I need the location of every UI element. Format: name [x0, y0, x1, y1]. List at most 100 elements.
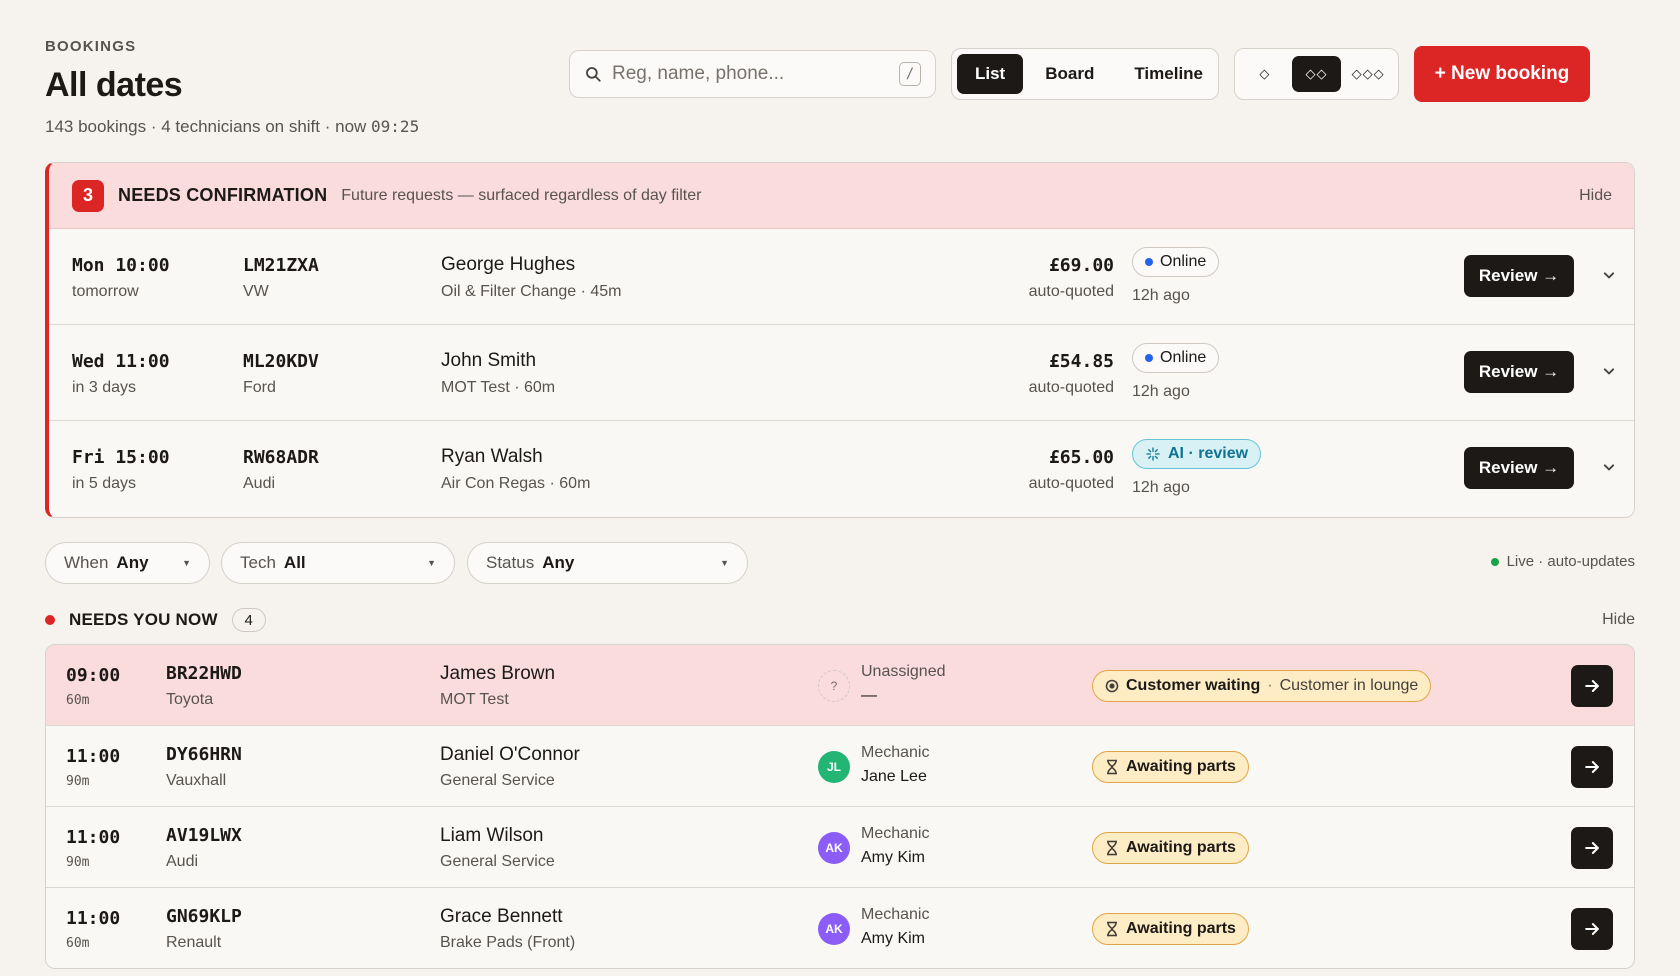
technician-role: Mechanic — [861, 825, 930, 842]
density-compact-button[interactable]: ◇ — [1240, 56, 1290, 92]
technician-role: Mechanic — [861, 906, 930, 923]
needs-you-now-hide-link[interactable]: Hide — [1602, 611, 1635, 629]
service-description: MOT Test · 60m — [441, 379, 556, 396]
alert-dot-icon — [45, 615, 55, 625]
job-row[interactable]: 11:00 60m GN69KLP Renault Grace Bennett Brake… — [46, 888, 1634, 968]
chevron-down-icon — [1603, 368, 1615, 375]
filter-tech[interactable]: Tech All ▼ — [221, 542, 455, 584]
booking-when: Fri 15:00 — [72, 447, 170, 468]
arrow-right-icon — [1585, 923, 1599, 935]
caret-down-icon: ▼ — [182, 558, 191, 568]
arrow-right-icon — [1585, 761, 1599, 773]
status-label: Awaiting parts — [1126, 839, 1236, 856]
needs-you-now-title: NEEDS YOU NOW — [69, 610, 218, 629]
service-description: General Service — [440, 853, 555, 870]
technician-role: Mechanic — [861, 744, 930, 761]
request-age: 12h ago — [1132, 479, 1190, 496]
quote-price: £54.85 — [1048, 351, 1114, 372]
sparkle-icon — [1146, 447, 1160, 461]
source-label: Online — [1160, 253, 1207, 270]
technician-role: Unassigned — [861, 663, 946, 680]
view-switcher: List Board Timeline — [951, 48, 1219, 100]
job-time: 11:00 — [66, 746, 121, 767]
view-timeline-button[interactable]: Timeline — [1116, 54, 1221, 94]
live-dot-icon — [1490, 557, 1499, 566]
open-job-button[interactable] — [1571, 746, 1613, 788]
needs-you-now-list: 09:00 60m BR22HWD Toyota James Brown MOT Test… — [45, 644, 1635, 969]
status-label: Awaiting parts — [1126, 758, 1236, 775]
new-booking-button[interactable]: + New booking — [1414, 46, 1590, 102]
technician-avatar: JL — [818, 751, 850, 783]
expand-row-button[interactable] — [1599, 457, 1619, 477]
view-list-button[interactable]: List — [957, 54, 1024, 94]
open-job-button[interactable] — [1571, 827, 1613, 869]
customer-name: Ryan Walsh — [441, 446, 543, 467]
job-time: 11:00 — [66, 827, 121, 848]
service-description: General Service — [440, 772, 555, 789]
booking-relative-date: in 5 days — [72, 475, 137, 492]
status-label: Customer waiting — [1126, 677, 1261, 694]
open-job-button[interactable] — [1571, 908, 1613, 950]
live-label: Live · auto-updates — [1506, 553, 1635, 570]
quote-type: auto-quoted — [1028, 379, 1114, 396]
service-description: Air Con Regas · 60m — [441, 475, 591, 492]
search-box[interactable]: / — [569, 50, 936, 98]
filter-status[interactable]: Status Any ▼ — [467, 542, 748, 584]
search-input[interactable] — [612, 63, 899, 85]
density-comfortable-button[interactable]: ◇◇◇ — [1343, 56, 1393, 92]
density-medium-button[interactable]: ◇◇ — [1291, 56, 1342, 92]
status-label: Awaiting parts — [1126, 920, 1236, 937]
technician-name: Amy Kim — [861, 930, 925, 947]
status-separator: · — [1267, 677, 1273, 694]
filter-status-value: Any — [542, 553, 575, 572]
status-badge: Awaiting parts — [1092, 832, 1249, 864]
customer-name: Grace Bennett — [440, 906, 563, 927]
filter-when-value: Any — [116, 553, 149, 572]
service-description: Oil & Filter Change · 45m — [441, 283, 622, 300]
view-board-button[interactable]: Board — [1027, 54, 1112, 94]
vehicle-make: Ford — [243, 379, 276, 396]
online-dot-icon — [1145, 258, 1153, 266]
job-time: 11:00 — [66, 908, 121, 929]
vehicle-make: Vauxhall — [166, 772, 227, 789]
needs-you-now-header: NEEDS YOU NOW 4 Hide — [45, 606, 1635, 634]
confirmation-title: NEEDS CONFIRMATION — [118, 185, 328, 205]
job-time: 09:00 — [66, 665, 121, 686]
service-description: MOT Test — [440, 691, 509, 708]
arrow-right-icon — [1585, 842, 1599, 854]
job-row[interactable]: 11:00 90m AV19LWX Audi Liam Wilson General Se… — [46, 807, 1634, 888]
service-description: Brake Pads (Front) — [440, 934, 576, 951]
technician-name: Jane Lee — [861, 768, 927, 785]
confirmation-row: Mon 10:00 tomorrow LM21ZXA VW George Hughes O… — [49, 229, 1634, 325]
source-label: AI · review — [1168, 445, 1249, 462]
hourglass-icon — [1107, 840, 1117, 856]
quote-price: £69.00 — [1048, 255, 1114, 276]
confirmation-hide-link[interactable]: Hide — [1579, 187, 1612, 205]
technician-avatar: AK — [818, 913, 850, 945]
status-detail: Customer in lounge — [1279, 677, 1419, 694]
job-row[interactable]: 11:00 90m DY66HRN Vauxhall Daniel O'Connor Ge… — [46, 726, 1634, 807]
vehicle-make: Toyota — [166, 691, 214, 708]
page-title: All dates — [45, 66, 183, 104]
confirmation-row: Wed 11:00 in 3 days ML20KDV Ford John Smith M… — [49, 325, 1634, 421]
review-button[interactable]: Review → — [1464, 255, 1574, 297]
subtitle-counts: 143 bookings · 4 technicians on shift · … — [45, 117, 372, 136]
filter-when[interactable]: When Any ▼ — [45, 542, 210, 584]
job-row[interactable]: 09:00 60m BR22HWD Toyota James Brown MOT Test… — [46, 645, 1634, 726]
vehicle-reg: LM21ZXA — [243, 255, 319, 276]
customer-name: John Smith — [441, 350, 537, 371]
search-shortcut-key: / — [899, 62, 921, 86]
status-badge: Customer waiting · Customer in lounge — [1092, 670, 1432, 702]
needs-you-now-count: 4 — [231, 608, 266, 632]
confirmation-count-badge: 3 — [72, 179, 104, 212]
vehicle-make: VW — [243, 283, 269, 300]
source-label: Online — [1160, 349, 1207, 366]
source-badge: AI · review — [1132, 439, 1262, 469]
review-button[interactable]: Review → — [1464, 447, 1574, 489]
expand-row-button[interactable] — [1599, 265, 1619, 285]
target-dot-icon — [1105, 679, 1119, 693]
customer-name: Liam Wilson — [440, 825, 544, 846]
open-job-button[interactable] — [1571, 665, 1613, 707]
review-button[interactable]: Review → — [1464, 351, 1574, 393]
expand-row-button[interactable] — [1599, 361, 1619, 381]
